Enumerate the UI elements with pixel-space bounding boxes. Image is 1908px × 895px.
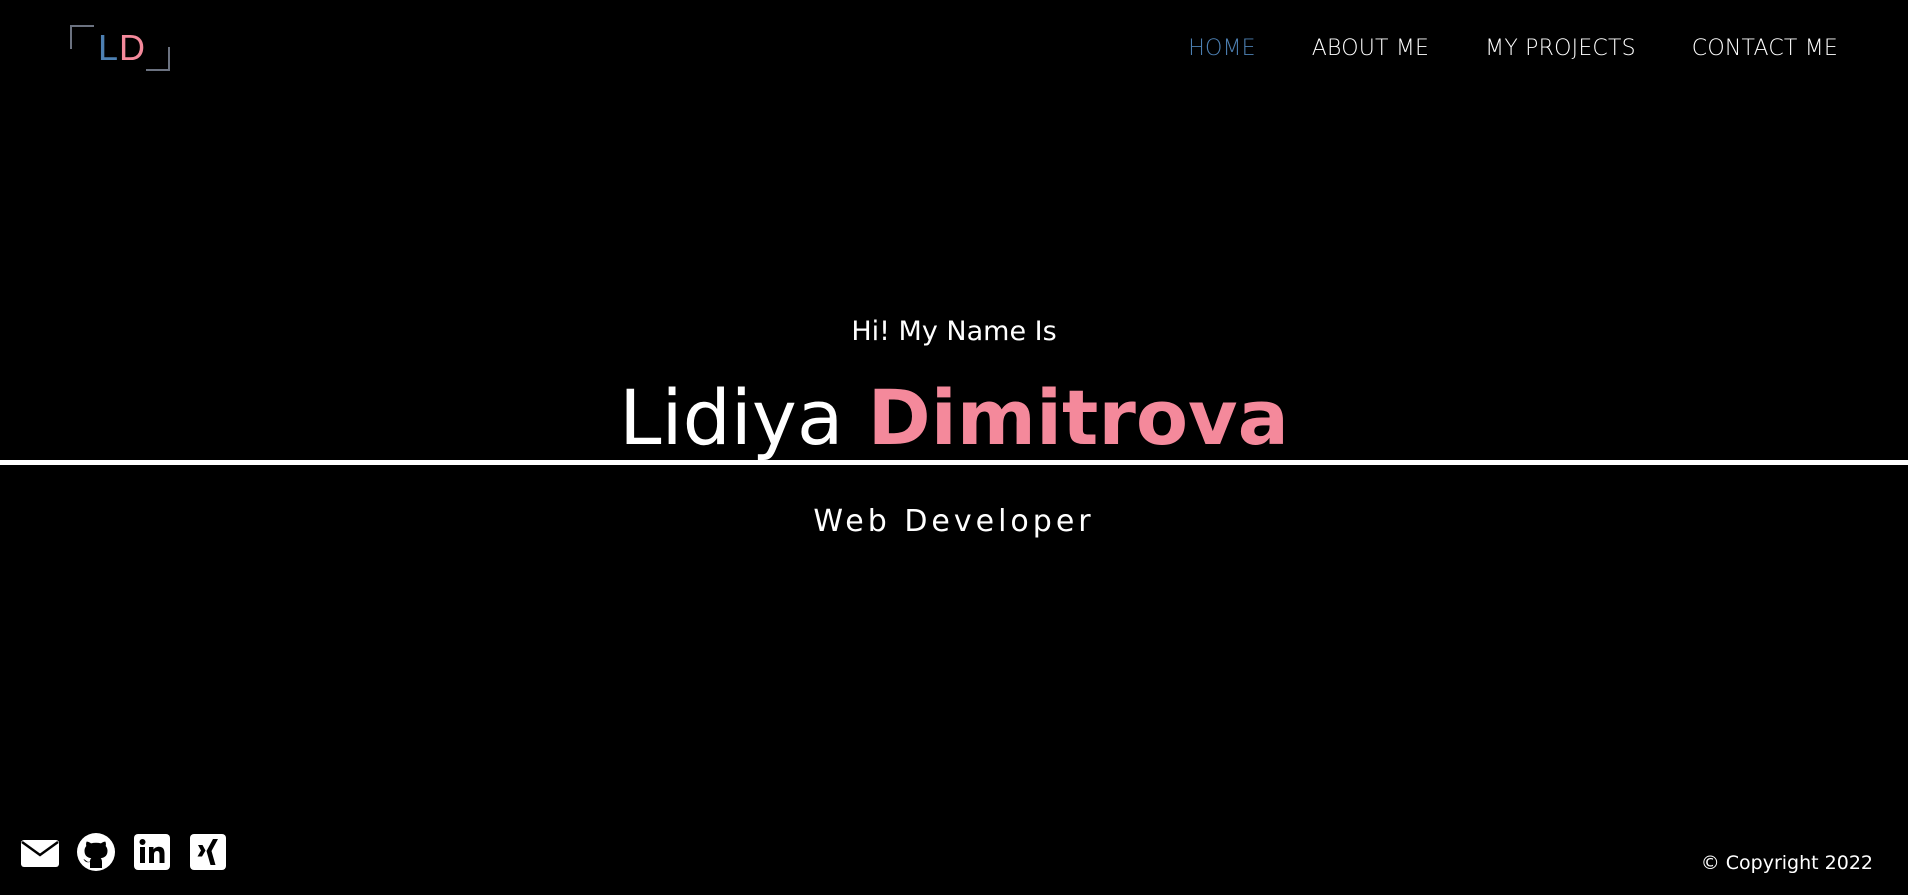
logo-corner-top-left (70, 25, 94, 49)
hero-name: Lidiya Dimitrova (0, 372, 1908, 464)
copyright-text: © Copyright 2022 (1700, 852, 1873, 874)
nav-item-about-me[interactable]: ABOUT ME (1312, 34, 1429, 64)
social-links (20, 832, 228, 872)
nav-item-home[interactable]: HOME (1188, 34, 1256, 64)
logo-corner-bottom-right (146, 47, 170, 71)
xing-icon[interactable] (188, 832, 228, 872)
github-icon[interactable] (76, 832, 116, 872)
linkedin-icon[interactable] (132, 832, 172, 872)
hero-first-name: Lidiya (619, 373, 844, 462)
logo[interactable]: LD (70, 25, 170, 71)
logo-letter-l: L (98, 27, 120, 68)
logo-letter-d: D (119, 27, 147, 68)
hero-role: Web Developer (813, 504, 1095, 539)
nav-item-contact-me[interactable]: CONTACT ME (1692, 34, 1838, 64)
hero-divider (0, 460, 1908, 465)
envelope-icon[interactable] (20, 832, 60, 872)
hero-last-name: Dimitrova (867, 373, 1289, 462)
hero-greeting: Hi! My Name Is (851, 316, 1057, 347)
logo-text: LD (98, 27, 146, 69)
page: LD HOME ABOUT ME MY PROJECTS CONTACT ME … (0, 0, 1908, 895)
nav-item-my-projects[interactable]: MY PROJECTS (1485, 34, 1636, 64)
main-nav: HOME ABOUT ME MY PROJECTS CONTACT ME (1188, 34, 1838, 64)
